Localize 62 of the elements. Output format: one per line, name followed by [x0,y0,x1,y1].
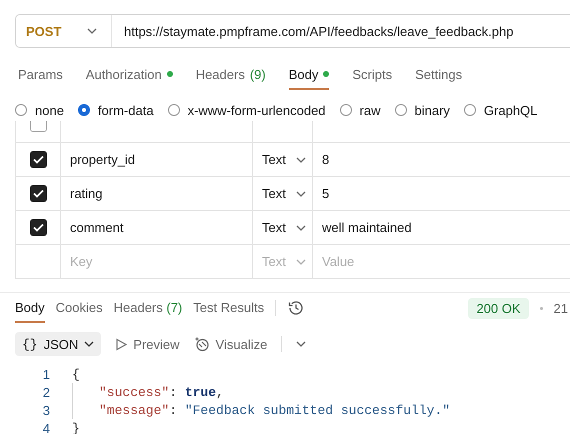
check-icon [32,223,44,232]
radio-label[interactable]: form-data [98,102,154,118]
radio-button[interactable] [78,104,90,116]
code-line: "success": true, [98,384,224,400]
line-number: 1 [42,366,51,382]
response-time: 21 [554,300,568,316]
line-number: 4 [42,420,51,434]
url-field[interactable]: https://staymate.pmpframe.com/API/feedbacks/leave_feedback.php [112,24,514,38]
status-badge: 200 OK [468,298,529,318]
method-dropdown[interactable]: POST [16,15,112,47]
key-cell: property_id [70,152,136,167]
request-tab[interactable]: Headers (9) [196,60,266,90]
history-icon[interactable] [287,300,304,316]
play-icon [115,338,128,350]
line-number: 2 [42,384,51,400]
type-dropdown[interactable]: Text [262,152,306,167]
preview-button[interactable]: Preview [115,336,180,352]
check-icon [32,189,44,198]
format-dropdown[interactable]: {} JSON [15,332,102,356]
radio-button[interactable] [168,104,180,116]
chevron-down-icon [296,224,306,230]
checkbox[interactable] [30,151,46,168]
checkbox[interactable] [30,219,46,236]
radio-label[interactable]: GraphQL [484,102,538,118]
request-tab[interactable]: Body [288,60,330,90]
value-cell: well maintained [322,220,412,235]
code-line: "message": "Feedback submitted successfully." [98,402,450,418]
key-cell: rating [70,186,103,201]
type-dropdown[interactable]: Text [262,186,306,201]
type-dropdown[interactable]: Text [262,220,306,235]
request-tab[interactable]: Scripts [352,60,392,90]
chevron-down-icon [296,258,306,264]
radio-button[interactable] [15,104,27,116]
request-tab[interactable]: Authorization [86,60,173,90]
chevron-down-icon [296,190,306,196]
request-tab[interactable]: Settings [415,60,462,90]
key-cell: comment [70,220,124,235]
checkbox[interactable] [30,185,46,202]
radio-button[interactable] [340,104,352,116]
check-icon [32,155,44,164]
response-tab[interactable]: Cookies [56,293,103,323]
visualize-button[interactable]: Visualize [194,336,268,352]
radio-button[interactable] [464,104,476,116]
request-tab[interactable]: Params [18,60,63,90]
value-cell: 8 [322,152,330,167]
radio-button[interactable] [394,104,406,116]
response-tab[interactable]: Headers (7) [114,293,182,323]
line-number: 3 [42,402,51,418]
chevron-down-icon [84,341,94,347]
chevron-down-icon [296,341,306,347]
response-tab[interactable]: Body [15,293,45,323]
response-tab[interactable]: Test Results [193,293,264,323]
value-cell: 5 [322,186,330,201]
radio-label[interactable]: x-www-form-urlencoded [188,102,326,118]
chevron-down-icon [296,156,306,162]
radio-label[interactable]: none [35,102,64,118]
chevron-down-icon [87,28,97,34]
code-line: { [72,366,80,382]
code-line: } [72,420,80,434]
visualize-icon [194,336,210,352]
radio-label[interactable]: binary [414,102,450,118]
radio-label[interactable]: raw [360,102,380,118]
